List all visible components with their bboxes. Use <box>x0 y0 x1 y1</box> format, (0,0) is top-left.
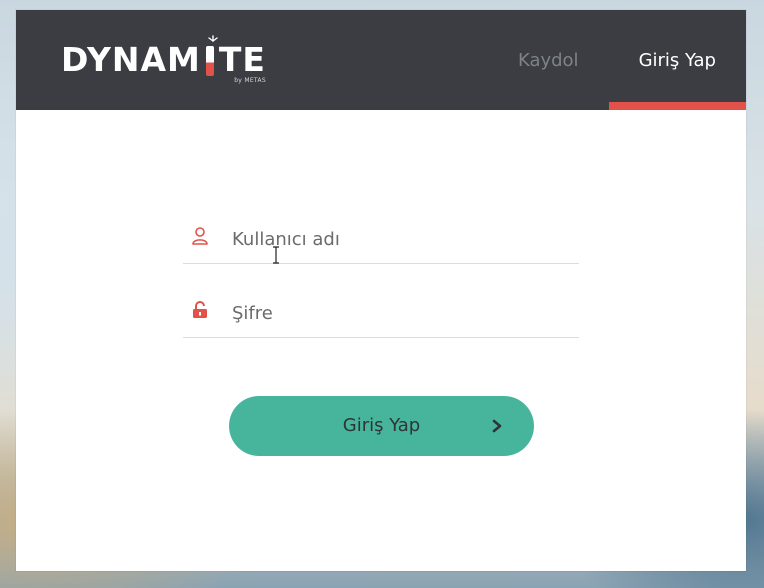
user-icon <box>192 227 208 245</box>
unlock-icon <box>193 301 207 318</box>
username-input[interactable] <box>232 229 572 250</box>
login-form <box>183 215 579 363</box>
login-submit-button[interactable]: Giriş Yap <box>229 396 534 456</box>
chevron-right-icon <box>492 419 502 433</box>
nav-register[interactable]: Kaydol <box>488 10 609 110</box>
username-field <box>183 215 579 264</box>
dynamite-stick-icon <box>205 35 218 76</box>
login-window: DYNAM TE by METAS Kaydol Giriş Yap Kulla… <box>16 10 747 571</box>
dynamite-logo[interactable]: DYNAM TE by METAS <box>61 35 266 90</box>
password-field <box>183 289 579 338</box>
password-input[interactable] <box>232 303 572 324</box>
header-bar: DYNAM TE by METAS Kaydol Giriş Yap <box>16 10 747 110</box>
nav-register-label: Kaydol <box>517 49 579 71</box>
logo-tagline: by METAS <box>234 77 266 84</box>
login-submit-label: Giriş Yap <box>342 415 421 436</box>
nav-login[interactable]: Giriş Yap <box>608 10 747 110</box>
logo-wordmark: DYNAM TE <box>61 35 266 79</box>
nav-login-label: Giriş Yap <box>638 49 716 71</box>
top-nav: Kaydol Giriş Yap <box>488 10 747 110</box>
